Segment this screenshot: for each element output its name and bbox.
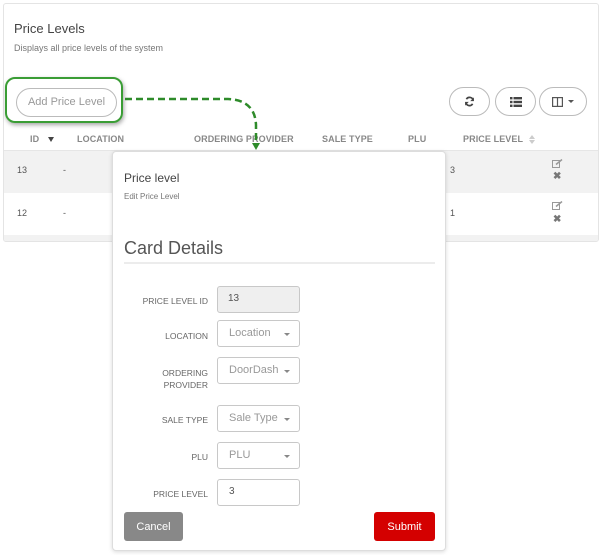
columns-icon	[551, 96, 563, 107]
column-header-plu: PLU	[408, 134, 427, 144]
sort-icon	[529, 134, 536, 145]
price-level-label: PRICE LEVEL	[153, 489, 208, 499]
cell-id: 12	[17, 208, 28, 218]
edit-icon[interactable]	[552, 201, 563, 210]
table-header: ID LOCATION ORDERING PROVIDER SALE TYPE …	[4, 130, 598, 151]
ordering-provider-label: ORDERING PROVIDER	[162, 368, 208, 390]
add-price-level-button[interactable]: Add Price Level	[16, 88, 117, 117]
chevron-down-icon	[284, 418, 290, 421]
chevron-down-icon	[284, 455, 290, 458]
list-view-button[interactable]	[495, 87, 536, 116]
modal-title: Price level	[124, 171, 180, 185]
column-header-sale-type: SALE TYPE	[322, 134, 373, 144]
refresh-icon	[465, 96, 474, 107]
columns-toggle-button[interactable]	[539, 87, 587, 116]
location-select[interactable]: Location	[217, 320, 300, 347]
column-header-location: LOCATION	[77, 134, 125, 144]
price-level-id-label: PRICE LEVEL ID	[142, 296, 208, 306]
plu-select[interactable]: PLU	[217, 442, 300, 469]
modal-subtitle: Edit Price Level	[124, 192, 180, 201]
plu-label: PLU	[191, 452, 208, 462]
cancel-button[interactable]: Cancel	[124, 512, 183, 541]
edit-icon[interactable]	[552, 159, 563, 168]
location-label: LOCATION	[165, 331, 208, 341]
cell-price-level: 1	[450, 208, 456, 218]
chevron-down-icon	[567, 100, 574, 103]
list-icon	[509, 96, 522, 107]
refresh-button[interactable]	[449, 87, 490, 116]
price-level-id-field: 13	[217, 286, 300, 313]
chevron-down-icon	[284, 370, 290, 373]
sale-type-select[interactable]: Sale Type	[217, 405, 300, 432]
sale-type-label: SALE TYPE	[161, 415, 208, 425]
column-header-price-level[interactable]: PRICE LEVEL	[463, 134, 536, 145]
ordering-provider-select[interactable]: DoorDash	[217, 357, 300, 384]
cell-location: -	[63, 165, 66, 175]
chevron-down-icon	[284, 333, 290, 336]
delete-icon[interactable]: ✖	[553, 215, 561, 225]
column-header-id[interactable]: ID	[30, 134, 55, 144]
page-subtitle: Displays all price levels of the system	[14, 43, 164, 53]
delete-icon[interactable]: ✖	[553, 172, 561, 182]
card-details-heading: Card Details	[124, 238, 224, 258]
cell-price-level: 3	[450, 165, 456, 175]
page-title: Price Levels	[14, 21, 85, 36]
submit-button[interactable]: Submit	[374, 512, 435, 541]
section-divider	[124, 262, 435, 264]
price-level-input[interactable]: 3	[217, 479, 300, 506]
sort-desc-icon	[48, 137, 55, 143]
cell-location: -	[63, 208, 66, 218]
column-header-ordering-provider: ORDERING PROVIDER	[194, 134, 294, 144]
cell-id: 13	[17, 165, 28, 175]
edit-price-level-modal: Price level Edit Price Level Card Detail…	[112, 151, 446, 551]
